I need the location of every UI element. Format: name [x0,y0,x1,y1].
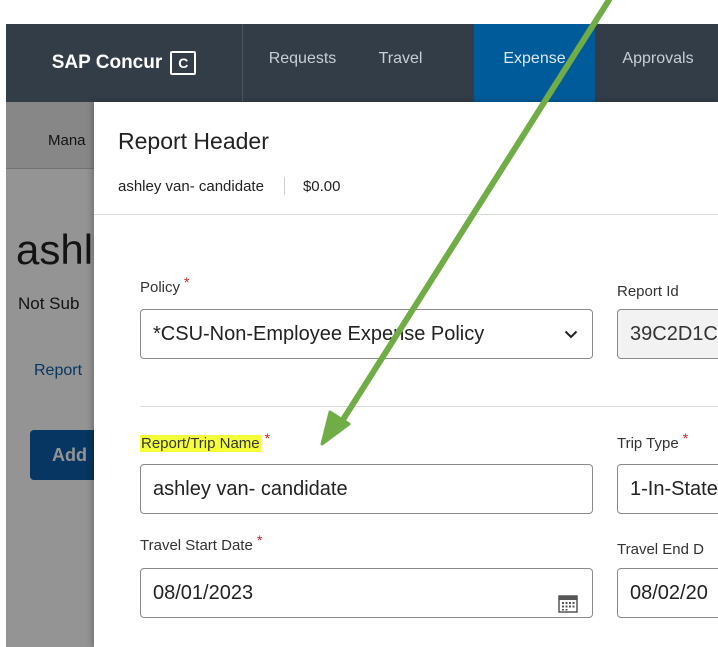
end-date-input[interactable]: 08/02/20 [617,568,718,618]
required-marker: * [256,532,263,548]
section-divider [140,406,718,407]
nav-tab-expense[interactable]: Expense [474,24,595,102]
top-nav-bar: SAP Concur C Requests Travel Expense App… [6,24,718,102]
nav-tab-travel[interactable]: Travel [362,24,439,102]
start-date-input[interactable]: 08/01/2023 [140,568,593,618]
trip-name-input[interactable]: ashley van- candidate [140,464,593,514]
dialog-title: Report Header [118,128,269,154]
brand-logo[interactable]: SAP Concur C [6,24,243,102]
report-amount: $0.00 [302,177,341,195]
trip-type-select[interactable]: 1-In-State [617,464,718,514]
dialog-header: Report Header ashley van- candidate $0.0… [94,102,718,215]
brand-name: SAP Concur [51,52,163,73]
concur-logo-icon: C [170,51,197,75]
policy-label: Policy * [140,274,189,296]
required-marker: * [184,274,190,290]
report-id-field: 39C2D1C [617,309,718,359]
trip-type-label: Trip Type * [617,430,688,452]
calendar-icon[interactable] [558,583,578,613]
start-date-value: 08/01/2023 [153,582,254,604]
chevron-down-icon [564,310,578,358]
trip-name-label-text: Report/Trip Name [140,435,261,452]
start-date-label-text: Travel Start Date [140,537,253,554]
report-name-summary: ashley van- candidate [118,177,264,195]
required-marker: * [682,430,689,446]
trip-type-label-text: Trip Type [617,435,679,452]
report-header-dialog: Report Header ashley van- candidate $0.0… [94,102,718,647]
nav-tab-requests[interactable]: Requests [243,24,362,102]
nav-tab-approvals[interactable]: Approvals [602,24,714,102]
policy-label-text: Policy [140,279,181,296]
policy-select[interactable]: *CSU-Non-Employee Expense Policy [140,309,593,359]
trip-name-label: Report/Trip Name * [140,430,270,452]
report-id-label: Report Id [617,283,679,300]
end-date-label: Travel End D [617,541,704,558]
meta-divider [283,177,285,195]
policy-value: *CSU-Non-Employee Expense Policy [153,323,485,345]
dialog-subtitle: ashley van- candidate $0.00 [118,177,340,195]
required-marker: * [264,430,271,446]
start-date-label: Travel Start Date * [140,532,262,554]
